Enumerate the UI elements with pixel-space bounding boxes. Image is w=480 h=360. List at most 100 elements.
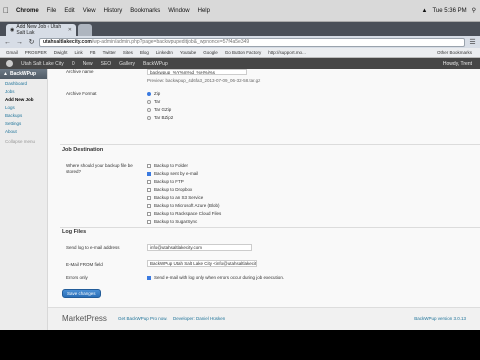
format-label: Tar GZip [154, 107, 172, 112]
main-content: Archive name backwpup_%Y%m%d_%H%i%s Prev… [48, 69, 480, 330]
dest-label: Backup to an S3 Service [154, 195, 204, 200]
adminbar-seo[interactable]: SEO [101, 61, 112, 67]
format-label: Tar BZip2 [154, 115, 174, 120]
bookmark-item[interactable]: Twitter [103, 50, 116, 55]
admin-sidebar: ▲ BackWPup Dashboard Jobs Add New Job Lo… [0, 69, 48, 330]
url-path: /wp-admin/admin.php?page=backwpupeditjob… [91, 39, 250, 45]
dest-label: Backup to SugarSync [154, 219, 198, 224]
dest-label: Backup to Microsoft Azure (Blob) [154, 203, 220, 208]
format-targzip-radio[interactable]: Tar GZip [147, 107, 171, 112]
errors-text: Send e-mail with log only when errors oc… [154, 275, 285, 280]
bookmark-item[interactable]: Go Button Factory [225, 50, 262, 55]
format-label: Zip [154, 91, 161, 96]
other-bookmarks[interactable]: Other Bookmarks [437, 50, 480, 55]
bookmark-item[interactable]: PROSPER [25, 50, 47, 55]
sidebar-item-settings[interactable]: Settings [0, 119, 47, 127]
tab-active[interactable]: ◉ Add New Job ‹ Utah Salt Lak ✕ [6, 24, 76, 36]
adminbar-comments[interactable]: 0 [72, 61, 75, 67]
format-label: Tar [154, 99, 161, 104]
new-tab-button[interactable] [78, 24, 92, 36]
reload-icon[interactable]: ↻ [27, 38, 36, 47]
wordpress-logo-icon[interactable] [6, 60, 13, 67]
back-icon[interactable]: ← [3, 38, 12, 47]
bookmark-item[interactable]: FB [90, 50, 96, 55]
menu-edit[interactable]: Edit [60, 8, 78, 14]
screen:  Chrome File Edit View History Bookmark… [0, 0, 480, 360]
sidebar-item-logs[interactable]: Logs [0, 103, 47, 111]
apple-icon[interactable]:  [0, 6, 12, 15]
bookmark-item[interactable]: Gmail [6, 50, 18, 55]
sidebar-item-dashboard[interactable]: Dashboard [0, 79, 47, 87]
wifi-icon[interactable]: ▲ [422, 8, 428, 14]
archive-name-label: Archive name [66, 69, 94, 74]
sidebar-item-jobs[interactable]: Jobs [0, 87, 47, 95]
format-zip-radio[interactable]: Zip [147, 91, 160, 96]
dest-folder-checkbox[interactable]: Backup to Folder [147, 163, 188, 168]
job-destination-head: Job Destination [62, 147, 104, 153]
dest-dropbox-checkbox[interactable]: Backup to Dropbox [147, 187, 192, 192]
dest-s3-checkbox[interactable]: Backup to an S3 Service [147, 195, 203, 200]
sidebar-item-backups[interactable]: Backups [0, 111, 47, 119]
dest-ftp-checkbox[interactable]: Backup to FTP [147, 179, 184, 184]
dest-sugarsync-checkbox[interactable]: Backup to SugarSync [147, 219, 197, 224]
menu-view[interactable]: View [79, 8, 100, 14]
bookmark-item[interactable]: http://support.mo... [268, 50, 306, 55]
marketpress-logo[interactable]: MarketPress [62, 314, 107, 323]
browser-toolbar: ← → ↻ utahsaltlakecity.com /wp-admin/adm… [0, 36, 480, 48]
close-tab-icon[interactable]: ✕ [68, 27, 72, 33]
save-changes-button[interactable]: Save changes [62, 289, 101, 298]
bookmarks-bar: Gmail PROSPER Dwight Link FB Twitter Sit… [0, 48, 480, 58]
sidebar-head[interactable]: ▲ BackWPup [0, 69, 47, 79]
developer-link[interactable]: Developer: Daniel Hüsken [173, 316, 225, 321]
log-files-head: Log Files [62, 229, 87, 235]
menu-file[interactable]: File [43, 8, 61, 14]
bookmark-item[interactable]: Youtube [180, 50, 196, 55]
bookmark-item[interactable]: Dwight [54, 50, 68, 55]
from-label: E-Mail FROM field [66, 262, 103, 267]
dest-azure-checkbox[interactable]: Backup to Microsoft Azure (Blob) [147, 203, 220, 208]
dest-label: Backup to Folder [154, 163, 189, 168]
bookmark-item[interactable]: LinkedIn [156, 50, 173, 55]
sidebar-item-about[interactable]: About [0, 127, 47, 135]
bookmark-item[interactable]: Link [75, 50, 83, 55]
errors-only-checkbox[interactable]: Send e-mail with log only when errors oc… [147, 275, 284, 280]
divider [60, 144, 480, 145]
mac-menubar:  Chrome File Edit View History Bookmark… [0, 0, 480, 22]
letterbox [0, 330, 480, 360]
menu-window[interactable]: Window [164, 8, 193, 14]
bookmark-item[interactable]: Google [203, 50, 218, 55]
wrench-icon[interactable]: ☰ [468, 38, 477, 47]
spotlight-icon[interactable]: ⚲ [472, 7, 476, 14]
dest-email-checkbox[interactable]: Backup sent by e-mail [147, 171, 198, 176]
archive-format-label: Archive Format [66, 91, 97, 96]
send-log-label: Send log to e-mail address [66, 245, 120, 250]
adminbar-howdy[interactable]: Howdy, Trent [443, 61, 480, 67]
menu-bookmarks[interactable]: Bookmarks [126, 8, 164, 14]
sidebar-item-add-new-job[interactable]: Add New Job [0, 95, 47, 103]
format-tar-radio[interactable]: Tar [147, 99, 160, 104]
destination-question: Where should your backup file be stored? [66, 163, 133, 174]
dest-label: Backup to Rackspace Cloud Files [154, 211, 222, 216]
get-pro-link[interactable]: Get BackWPup Pro now. [118, 316, 168, 321]
adminbar-gallery[interactable]: Gallery [119, 61, 135, 67]
menu-help[interactable]: Help [194, 8, 214, 14]
from-input[interactable]: BackWPup Utah Salt Lake City <info@utahs… [147, 260, 257, 267]
admin-footer: MarketPress Get BackWPup Pro now. Develo… [48, 307, 480, 330]
adminbar-new[interactable]: New [83, 61, 93, 67]
dest-rackspace-checkbox[interactable]: Backup to Rackspace Cloud Files [147, 211, 221, 216]
bookmark-item[interactable]: Blog [140, 50, 149, 55]
menu-app[interactable]: Chrome [12, 8, 43, 14]
collapse-menu[interactable]: Collapse menu [0, 135, 47, 144]
format-tarbzip2-radio[interactable]: Tar BZip2 [147, 115, 173, 120]
menu-history[interactable]: History [100, 8, 127, 14]
backwpup-icon: ▲ [3, 71, 8, 77]
clock[interactable]: Tue 5:36 PM [432, 8, 466, 14]
adminbar-site[interactable]: Utah Salt Lake City [21, 61, 64, 67]
archive-name-input[interactable]: backwpup_%Y%m%d_%H%i%s [147, 69, 247, 75]
errors-label: Errors only [66, 275, 88, 280]
send-log-input[interactable]: info@utahsaltlakecity.com [147, 244, 252, 251]
bookmark-item[interactable]: Sites [123, 50, 133, 55]
forward-icon[interactable]: → [15, 38, 24, 47]
adminbar-backwpup[interactable]: BackWPup [143, 61, 168, 67]
address-bar[interactable]: utahsaltlakecity.com /wp-admin/admin.php… [39, 37, 465, 47]
